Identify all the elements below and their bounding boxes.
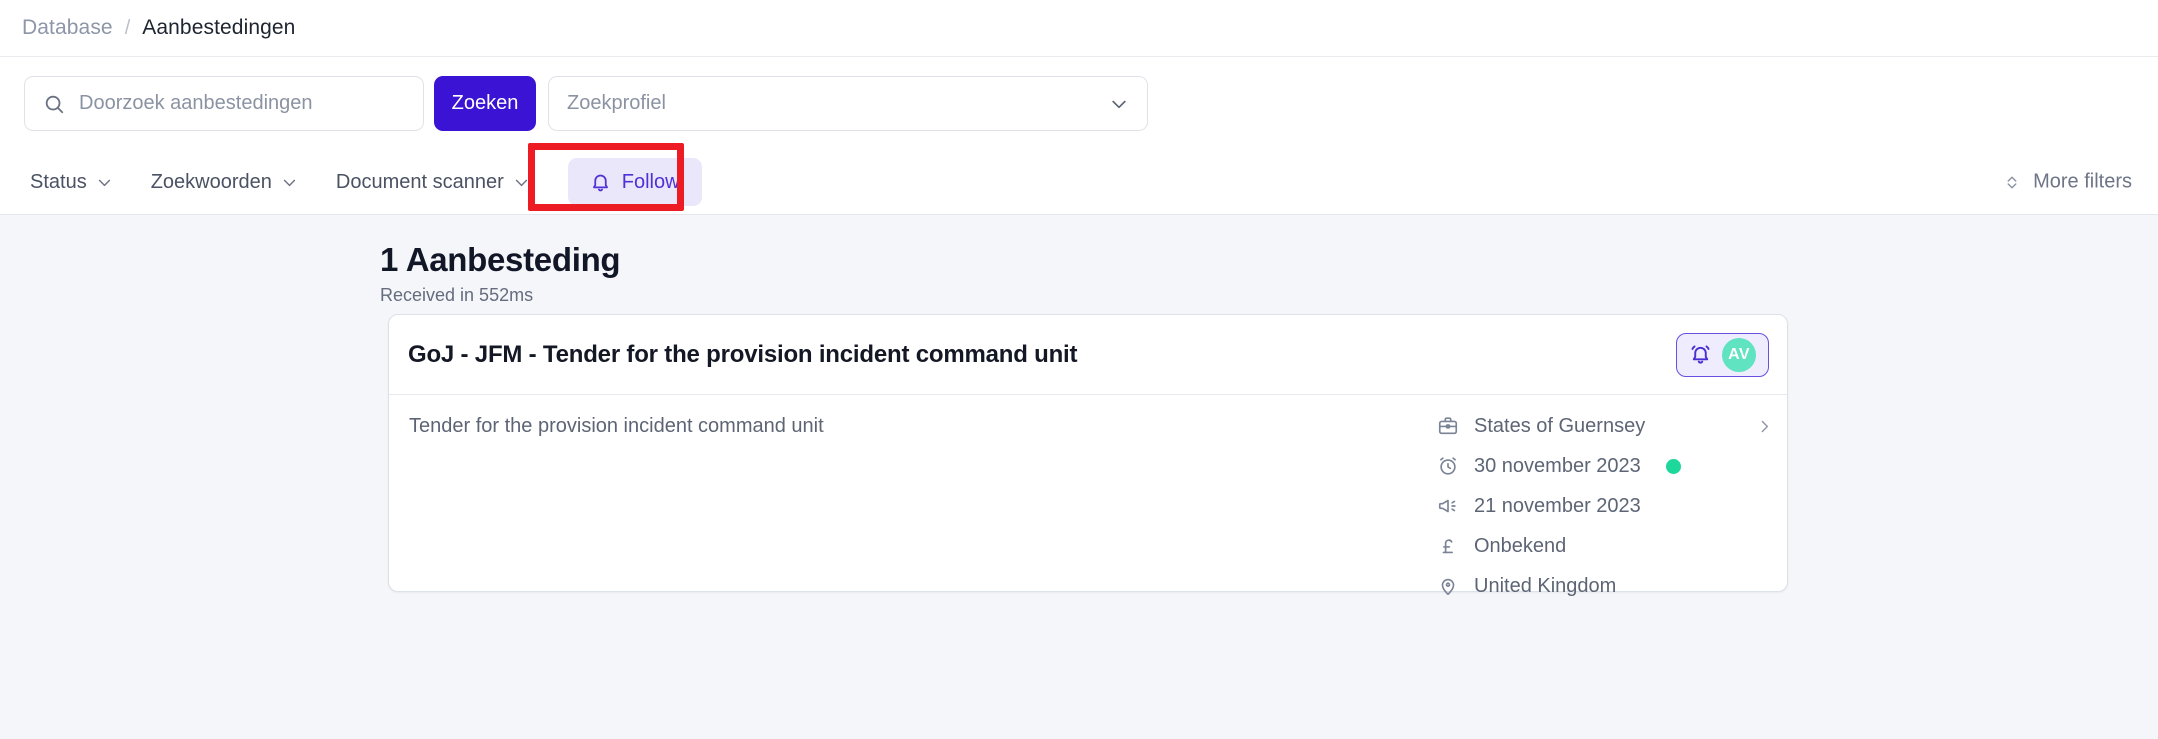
filter-document-scanner-label: Document scanner <box>335 170 504 193</box>
filter-status-label: Status <box>30 170 87 193</box>
meta-buyer-text: States of Guernsey <box>1474 414 1646 437</box>
tender-card-actions[interactable]: AV <box>1676 332 1769 377</box>
filter-zoekwoorden[interactable]: Zoekwoorden <box>151 171 298 194</box>
search-bar: Zoeken Zoekprofiel <box>0 57 2158 150</box>
results-timing: Received in 552ms <box>380 285 534 305</box>
zoekprofiel-select[interactable]: Zoekprofiel <box>548 76 1148 131</box>
zoekprofiel-placeholder: Zoekprofiel <box>567 92 666 114</box>
pound-sterling-icon <box>1442 539 1453 554</box>
filter-document-scanner[interactable]: Document scanner <box>336 171 530 194</box>
chevron-down-icon <box>283 179 296 186</box>
search-icon <box>45 95 64 113</box>
meta-row-deadline: 30 november 2023 <box>1437 453 1773 479</box>
meta-published-text: 21 november 2023 <box>1474 494 1641 517</box>
chevron-down-icon <box>515 179 527 186</box>
more-filters-label: More filters <box>2033 170 2132 193</box>
meta-value-text: Onbekend <box>1474 534 1567 557</box>
follow-button[interactable]: Follow <box>567 158 702 206</box>
results-header: 1 Aanbesteding Received in 552ms <box>380 241 621 306</box>
follow-button-label: Follow <box>621 170 680 193</box>
meta-row-value: Onbekend <box>1437 533 1773 559</box>
results-area: 1 Aanbesteding Received in 552ms GoJ - J… <box>0 215 2158 739</box>
meta-country-text: United Kingdom <box>1474 574 1617 597</box>
app-root: Database / Aanbestedingen Zoeken Zoekpro… <box>0 0 2158 739</box>
more-filters-button[interactable]: More filters <box>2003 171 2132 194</box>
filter-zoekwoorden-label: Zoekwoorden <box>150 170 272 193</box>
results-count: 1 Aanbesteding <box>380 241 621 278</box>
breadcrumb: Database / Aanbestedingen <box>0 0 2158 57</box>
status-badge <box>1665 458 1681 474</box>
tender-card-body: Tender for the provision incident comman… <box>389 395 1787 597</box>
bell-icon <box>592 174 608 191</box>
briefcase-icon <box>1438 417 1458 435</box>
meta-row-published: 21 november 2023 <box>1437 493 1773 519</box>
chevron-down-icon <box>98 179 110 186</box>
avatar[interactable]: AV <box>1722 337 1756 372</box>
search-field[interactable] <box>24 76 424 131</box>
tender-card-description: Tender for the provision incident comman… <box>409 415 824 437</box>
meta-row-country: United Kingdom <box>1437 573 1773 599</box>
tender-meta-list: States of Guernsey 30 november 2023 21 n… <box>1437 413 1773 599</box>
search-input[interactable] <box>79 89 399 118</box>
chevron-right-icon[interactable] <box>1756 418 1773 435</box>
chevron-up-down-icon <box>2007 176 2017 188</box>
chevron-down-icon <box>1112 100 1126 108</box>
bell-ring-icon <box>1691 345 1710 364</box>
tender-card-title[interactable]: GoJ - JFM - Tender for the provision inc… <box>408 341 1078 369</box>
filter-bar: Status Zoekwoorden Document scanner Foll… <box>0 150 2158 215</box>
tender-card[interactable]: GoJ - JFM - Tender for the provision inc… <box>388 314 1788 597</box>
meta-row-buyer[interactable]: States of Guernsey <box>1437 413 1773 439</box>
map-pin-icon <box>1441 578 1455 596</box>
search-submit-button[interactable]: Zoeken <box>434 76 536 131</box>
breadcrumb-database[interactable]: Database <box>22 16 113 40</box>
meta-deadline-text: 30 november 2023 <box>1474 454 1641 477</box>
megaphone-icon <box>1438 499 1456 513</box>
breadcrumb-aanbestedingen[interactable]: Aanbestedingen <box>142 16 295 40</box>
breadcrumb-separator: / <box>124 16 131 39</box>
tender-card-header: GoJ - JFM - Tender for the provision inc… <box>389 315 1787 395</box>
filter-status[interactable]: Status <box>30 171 113 194</box>
alarm-clock-icon <box>1440 457 1456 475</box>
